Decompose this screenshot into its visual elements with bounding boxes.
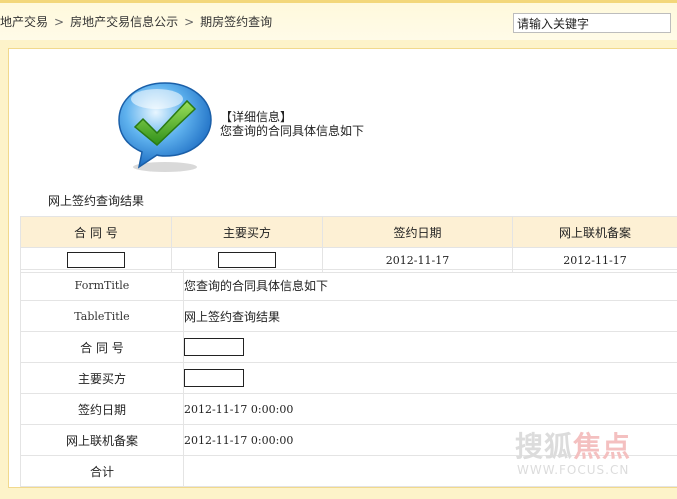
watermark-text-b: 焦点 <box>573 430 632 463</box>
breadcrumb-item-presale-query[interactable]: 期房签约查询 <box>200 13 272 30</box>
column-header-sign-date: 签约日期 <box>322 216 513 248</box>
column-header-buyer: 主要买方 <box>171 216 323 248</box>
detail-value <box>183 362 677 394</box>
table-row: 主要买方 <box>20 362 677 394</box>
table-row: 签约日期 2012-11-17 0:00:00 <box>20 393 677 425</box>
results-header-row: 合 同 号 主要买方 签约日期 网上联机备案 <box>20 216 677 248</box>
breadcrumb: 地产交易 > 房地产交易信息公示 > 期房签约查询 <box>0 13 272 30</box>
top-bar: 地产交易 > 房地产交易信息公示 > 期房签约查询 <box>0 0 677 40</box>
detail-key: 合计 <box>20 455 184 487</box>
column-header-online-filing: 网上联机备案 <box>512 216 677 248</box>
redacted-box <box>184 338 244 356</box>
breadcrumb-separator: > <box>54 15 65 29</box>
redacted-box <box>218 252 276 268</box>
table-row: FormTitle 您查询的合同具体信息如下 <box>20 269 677 301</box>
breadcrumb-item-real-estate-trading[interactable]: 地产交易 <box>0 13 48 30</box>
breadcrumb-item-info-publicity[interactable]: 房地产交易信息公示 <box>70 13 178 30</box>
detail-key: 合 同 号 <box>20 331 184 363</box>
redacted-box <box>184 369 244 387</box>
table-row: TableTitle 网上签约查询结果 <box>20 300 677 332</box>
watermark-logo: 搜狐焦点 WWW.FOCUS.CN <box>515 425 660 483</box>
detail-value <box>183 331 677 363</box>
section-label: 网上签约查询结果 <box>48 194 145 208</box>
results-table: 合 同 号 主要买方 签约日期 网上联机备案 2012-11-17 2012-1… <box>20 216 677 273</box>
breadcrumb-separator: > <box>184 15 195 29</box>
detail-key: FormTitle <box>20 269 184 301</box>
search-input[interactable] <box>513 13 671 33</box>
detail-key: 签约日期 <box>20 393 184 425</box>
detail-key: TableTitle <box>20 300 184 332</box>
detail-value: 2012-11-17 0:00:00 <box>183 393 677 425</box>
detail-value: 网上签约查询结果 <box>183 300 677 332</box>
detail-key: 主要买方 <box>20 362 184 394</box>
column-header-contract-no: 合 同 号 <box>20 216 172 248</box>
watermark-text-a: 搜狐 <box>515 430 574 463</box>
table-row: 合 同 号 <box>20 331 677 363</box>
redacted-box <box>67 252 125 268</box>
detail-value: 您查询的合同具体信息如下 <box>183 269 677 301</box>
info-subtitle: 您查询的合同具体信息如下 <box>220 124 365 138</box>
detail-key: 网上联机备案 <box>20 424 184 456</box>
watermark-url: WWW.FOCUS.CN <box>517 463 630 477</box>
watermark-text: 搜狐焦点 <box>515 425 631 465</box>
checkmark-speech-bubble-icon <box>118 82 212 172</box>
